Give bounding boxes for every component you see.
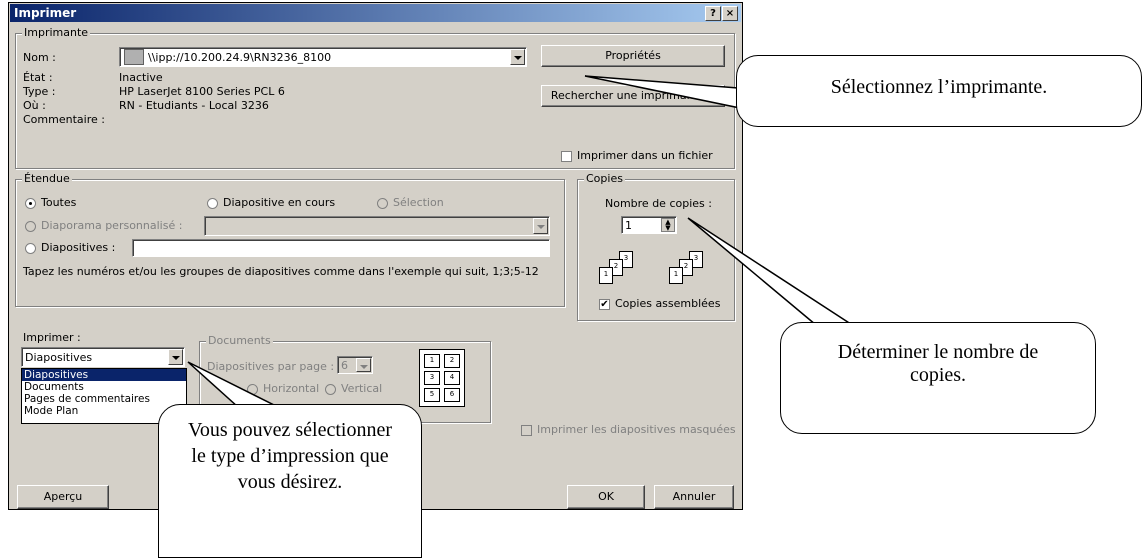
printer-callout: Sélectionnez l’imprimante. [736,55,1142,127]
copies-callout-text: Déterminer le nombre de copies. [837,341,1039,386]
copies-callout-tail [687,217,863,331]
copies-callout: Déterminer le nombre de copies. [780,322,1096,434]
printer-callout-tail [584,75,741,109]
type-callout-text: Vous pouvez sélectionner le type d’impre… [187,419,393,493]
type-callout: Vous pouvez sélectionner le type d’impre… [158,404,422,558]
printer-callout-text: Sélectionnez l’imprimante. [830,76,1048,98]
